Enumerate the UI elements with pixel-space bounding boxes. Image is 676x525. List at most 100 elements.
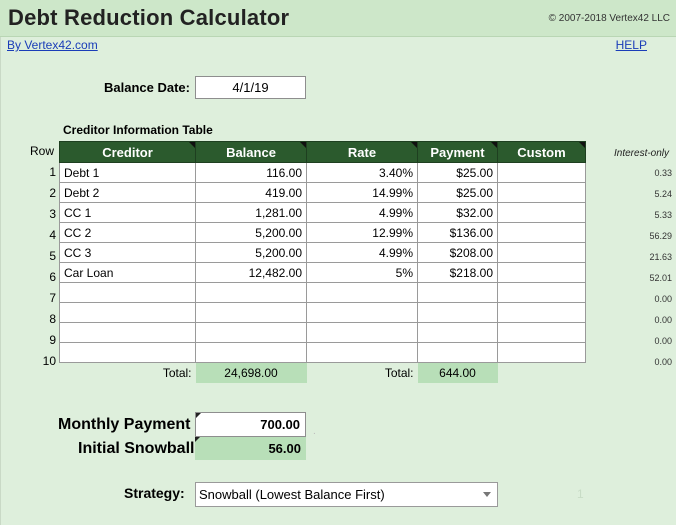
cell-balance[interactable]: 5,200.00 [195, 242, 307, 263]
interest-only-values: 0.33 5.24 5.33 56.29 21.63 52.01 0.00 0.00 0.00 0… [604, 162, 672, 372]
faded-digit: 1 [577, 487, 584, 501]
table-row: Debt 1 116.00 3.40% $25.00 [59, 162, 586, 183]
interest-only-header: Interest-only [614, 148, 670, 159]
cell-balance[interactable] [195, 342, 307, 363]
cell-custom[interactable] [497, 222, 586, 243]
creditor-table: Creditor Balance Rate Payment Custom Deb… [59, 141, 586, 383]
cell-balance[interactable] [195, 322, 307, 343]
interest-only-value: 0.00 [654, 294, 672, 304]
cell-creditor[interactable]: Debt 1 [59, 162, 196, 183]
cell-custom[interactable] [497, 302, 586, 323]
cell-custom[interactable] [497, 242, 586, 263]
interest-only-value: 5.33 [654, 210, 672, 220]
cell-creditor[interactable]: CC 3 [59, 242, 196, 263]
cell-rate[interactable] [306, 302, 418, 323]
cell-balance[interactable] [195, 302, 307, 323]
interest-only-value: 52.01 [649, 273, 672, 283]
cell-creditor[interactable] [59, 282, 196, 303]
cell-creditor[interactable] [59, 322, 196, 343]
cell-payment[interactable] [417, 282, 498, 303]
initial-snowball-value-cell: 56.00 [195, 437, 306, 460]
total-payment-cell: 644.00 [417, 362, 498, 383]
cell-payment[interactable]: $218.00 [417, 262, 498, 283]
row-numbers: 1 2 3 4 5 6 7 8 9 10 [30, 162, 56, 372]
monthly-payment-label: Monthly Payment [58, 416, 191, 433]
cell-creditor[interactable]: Debt 2 [59, 182, 196, 203]
row-number: 9 [49, 333, 56, 347]
creditor-table-title: Creditor Information Table [63, 123, 213, 137]
monthly-payment-input[interactable]: 700.00 [195, 412, 306, 437]
copyright-text: © 2007-2018 Vertex42 LLC [548, 13, 670, 24]
cell-creditor[interactable] [59, 342, 196, 363]
total-balance-cell: 24,698.00 [195, 362, 307, 383]
table-row: Debt 2 419.00 14.99% $25.00 [59, 182, 586, 203]
page-title: Debt Reduction Calculator [8, 5, 290, 30]
balance-date-label: Balance Date: [104, 80, 190, 95]
row-number: 4 [49, 228, 56, 242]
cell-custom[interactable] [497, 322, 586, 343]
help-link[interactable]: HELP [616, 38, 647, 52]
column-header-payment[interactable]: Payment [417, 141, 498, 163]
cell-rate[interactable]: 5% [306, 262, 418, 283]
cell-balance[interactable]: 419.00 [195, 182, 307, 203]
cell-rate[interactable]: 3.40% [306, 162, 418, 183]
cell-payment[interactable]: $25.00 [417, 182, 498, 203]
cell-rate[interactable]: 14.99% [306, 182, 418, 203]
strategy-select[interactable]: Snowball (Lowest Balance First) [195, 482, 498, 507]
cell-creditor[interactable] [59, 302, 196, 323]
vertex42-link[interactable]: By Vertex42.com [7, 38, 98, 52]
row-number: 6 [49, 270, 56, 284]
cell-payment[interactable] [417, 342, 498, 363]
table-row [59, 282, 586, 303]
cell-balance[interactable]: 116.00 [195, 162, 307, 183]
table-row: CC 3 5,200.00 4.99% $208.00 [59, 242, 586, 263]
cell-balance[interactable]: 5,200.00 [195, 222, 307, 243]
comment-marker-icon [195, 437, 200, 442]
cell-rate[interactable]: 4.99% [306, 202, 418, 223]
table-row [59, 322, 586, 343]
cell-custom[interactable] [497, 202, 586, 223]
row-number: 7 [49, 291, 56, 305]
column-header-creditor[interactable]: Creditor [59, 141, 196, 163]
cell-balance[interactable]: 1,281.00 [195, 202, 307, 223]
balance-date-input[interactable]: 4/1/19 [195, 76, 306, 99]
cell-rate[interactable]: 12.99% [306, 222, 418, 243]
cell-creditor[interactable]: CC 1 [59, 202, 196, 223]
strategy-selected-value: Snowball (Lowest Balance First) [199, 487, 385, 502]
table-row: CC 2 5,200.00 12.99% $136.00 [59, 222, 586, 243]
cell-creditor[interactable]: CC 2 [59, 222, 196, 243]
cell-custom[interactable] [497, 262, 586, 283]
cell-custom[interactable] [497, 282, 586, 303]
row-number: 8 [49, 312, 56, 326]
interest-only-value: 0.00 [654, 336, 672, 346]
cell-rate[interactable]: 4.99% [306, 242, 418, 263]
cell-rate[interactable] [306, 282, 418, 303]
cell-payment[interactable]: $32.00 [417, 202, 498, 223]
interest-only-value: 0.33 [654, 168, 672, 178]
cell-payment[interactable] [417, 302, 498, 323]
cell-custom[interactable] [497, 182, 586, 203]
column-header-custom[interactable]: Custom [497, 141, 586, 163]
cell-custom[interactable] [497, 162, 586, 183]
cell-payment[interactable]: $136.00 [417, 222, 498, 243]
cell-rate[interactable] [306, 322, 418, 343]
chevron-down-icon[interactable] [483, 492, 491, 497]
cell-custom[interactable] [497, 342, 586, 363]
cell-balance[interactable] [195, 282, 307, 303]
cell-payment[interactable]: $25.00 [417, 162, 498, 183]
interest-only-value: 21.63 [649, 252, 672, 262]
column-header-rate[interactable]: Rate [306, 141, 418, 163]
strategy-label: Strategy: [124, 485, 185, 501]
interest-only-value: 0.00 [654, 315, 672, 325]
cell-payment[interactable]: $208.00 [417, 242, 498, 263]
table-row [59, 342, 586, 363]
row-number: 10 [42, 354, 56, 368]
row-number: 1 [49, 165, 56, 179]
interest-only-value: 0.00 [654, 357, 672, 367]
cell-balance[interactable]: 12,482.00 [195, 262, 307, 283]
cell-creditor[interactable]: Car Loan [59, 262, 196, 283]
initial-snowball-label: Initial Snowball [78, 440, 195, 457]
cell-payment[interactable] [417, 322, 498, 343]
column-header-balance[interactable]: Balance [195, 141, 307, 163]
cell-rate[interactable] [306, 342, 418, 363]
